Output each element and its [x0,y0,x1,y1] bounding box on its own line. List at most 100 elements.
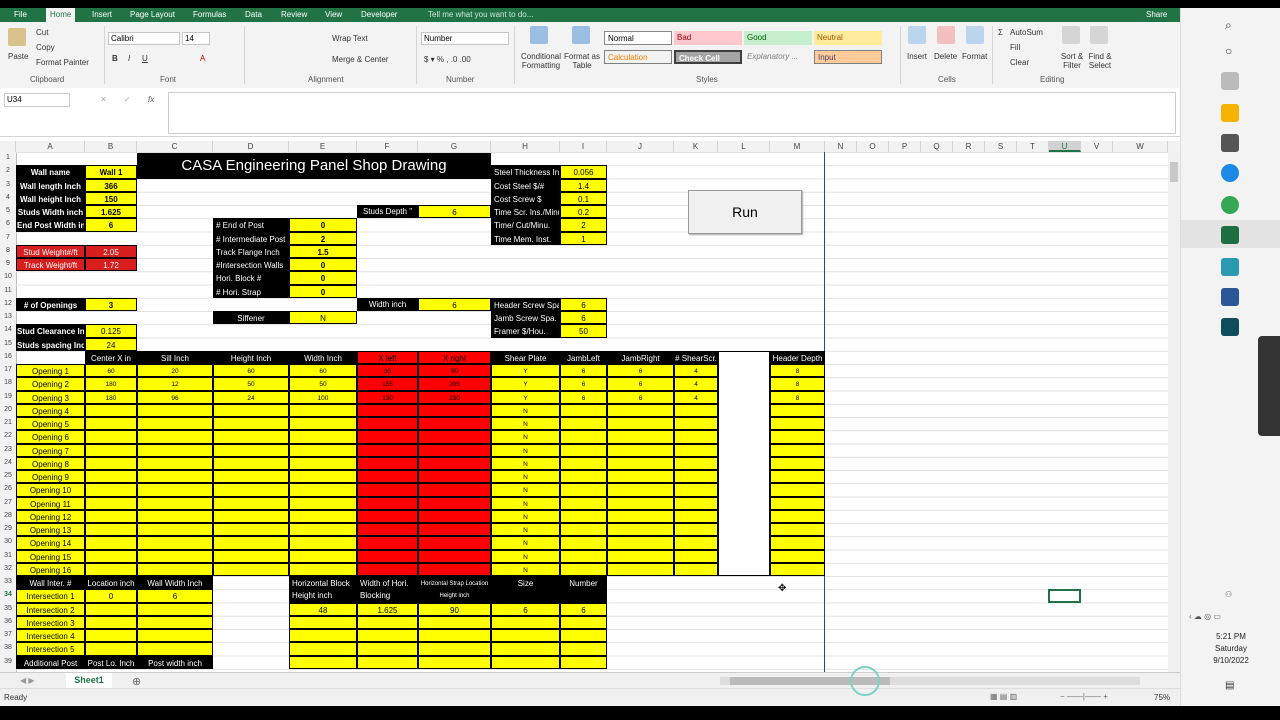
openings-header[interactable]: Height Inch [213,350,289,364]
opening-cell[interactable] [357,443,418,457]
opening-cell[interactable] [213,403,289,417]
block-empty-cell[interactable] [289,629,357,643]
mid-param-value[interactable]: 1.5 [289,244,357,258]
opening-cell[interactable]: 4 [674,377,718,391]
opening-cell[interactable] [213,430,289,444]
opening-cell[interactable] [560,403,607,417]
cost-label[interactable]: Steel Thickness In [491,165,560,179]
chrome-icon[interactable] [1221,196,1239,214]
block-header[interactable]: Size [491,576,560,603]
opening-cell[interactable]: N [491,443,560,457]
cut-button[interactable]: Cut [36,28,48,37]
function-icon[interactable]: fx [148,95,154,104]
col-header[interactable]: Q [921,141,953,152]
opening-cell[interactable] [137,430,213,444]
opening-cell[interactable] [770,549,825,563]
block-empty-cell[interactable] [289,615,357,629]
opening-cell[interactable] [607,549,674,563]
mid-param-value[interactable]: 2 [289,231,357,245]
delete-cells-button[interactable]: Delete [934,52,957,61]
opening-cell[interactable] [137,536,213,550]
row-header[interactable]: 22 [0,432,16,439]
opening-cell[interactable] [674,536,718,550]
block-empty-cell[interactable] [491,615,560,629]
clock-day[interactable]: Saturday [1181,644,1280,653]
opening-cell[interactable] [357,470,418,484]
user-icon[interactable]: ⚇ [1225,590,1232,599]
opening-cell[interactable] [137,549,213,563]
opening-cell[interactable] [607,417,674,431]
opening-cell[interactable] [607,523,674,537]
style-normal[interactable]: Normal [604,31,672,45]
intersection-location[interactable] [85,642,137,656]
opening-name[interactable]: Opening 13 [16,523,85,537]
row-header[interactable]: 35 [0,605,16,612]
opening-cell[interactable] [560,470,607,484]
opening-cell[interactable]: Y [491,377,560,391]
additional-post-header[interactable]: Post width inch [137,655,213,669]
cost-value[interactable]: 1.4 [560,178,607,192]
opening-cell[interactable]: 60 [213,364,289,378]
mid-param-label[interactable]: # Hori. Strap [213,284,289,298]
opening-cell[interactable]: 90 [418,364,491,378]
row-header[interactable]: 7 [0,234,16,241]
opening-cell[interactable] [770,417,825,431]
font-size-select[interactable]: 14 [182,32,210,45]
block-header[interactable]: Horizontal Block Height inch [289,576,357,603]
mid-param-label[interactable]: #Intersection Walls [213,258,289,272]
block-empty-cell[interactable] [491,629,560,643]
opening-cell[interactable] [418,443,491,457]
opening-cell[interactable]: 100 [289,390,357,404]
opening-cell[interactable] [418,417,491,431]
opening-cell[interactable] [357,456,418,470]
opening-cell[interactable]: 24 [213,390,289,404]
style-check-cell[interactable]: Check Cell [674,50,742,64]
opening-cell[interactable]: 20 [137,364,213,378]
param-label[interactable]: End Post Width in [16,218,85,232]
screw-label[interactable]: Jamb Screw Spa. [491,311,560,325]
formula-bar[interactable] [168,92,1176,134]
conditional-formatting-icon[interactable] [530,26,548,44]
cost-value[interactable]: 0.056 [560,165,607,179]
sort-filter-icon[interactable] [1062,26,1080,44]
opening-cell[interactable] [674,403,718,417]
opening-cell[interactable] [770,483,825,497]
opening-cell[interactable] [418,470,491,484]
opening-cell[interactable] [418,536,491,550]
opening-cell[interactable] [560,496,607,510]
tab-page-layout[interactable]: Page Layout [130,10,175,19]
opening-cell[interactable] [85,509,137,523]
style-input[interactable]: Input [814,50,882,64]
opening-name[interactable]: Opening 1 [16,364,85,378]
opening-cell[interactable] [770,456,825,470]
block-empty-cell[interactable] [491,642,560,656]
openings-header[interactable]: Center X in [85,350,137,364]
opening-cell[interactable] [674,443,718,457]
weight-value[interactable]: 1.72 [85,258,137,272]
app-a-icon[interactable] [1221,258,1239,276]
cost-label[interactable]: Cost Steel $/# [491,178,560,192]
style-calculation[interactable]: Calculation [604,50,672,64]
opening-cell[interactable] [213,443,289,457]
param-value[interactable]: 1.625 [85,205,137,219]
opening-cell[interactable] [607,470,674,484]
row-header[interactable]: 15 [0,340,16,347]
block-empty-cell[interactable] [357,629,418,643]
row-header[interactable]: 27 [0,499,16,506]
opening-cell[interactable] [560,456,607,470]
row-header[interactable]: 30 [0,538,16,545]
row-header[interactable]: 34 [0,591,16,598]
row-header[interactable]: 28 [0,512,16,519]
opening-name[interactable]: Opening 14 [16,536,85,550]
col-header[interactable]: N [825,141,857,152]
opening-cell[interactable] [137,417,213,431]
opening-cell[interactable]: N [491,470,560,484]
opening-cell[interactable] [357,549,418,563]
row-header[interactable]: 14 [0,326,16,333]
block-value[interactable]: 48 [289,602,357,616]
block-header[interactable]: Horizontal Strap Location Height inch [418,576,491,603]
tab-home[interactable]: Home [46,8,76,22]
opening-cell[interactable]: 8 [770,390,825,404]
opening-cell[interactable] [674,417,718,431]
opening-cell[interactable] [213,536,289,550]
